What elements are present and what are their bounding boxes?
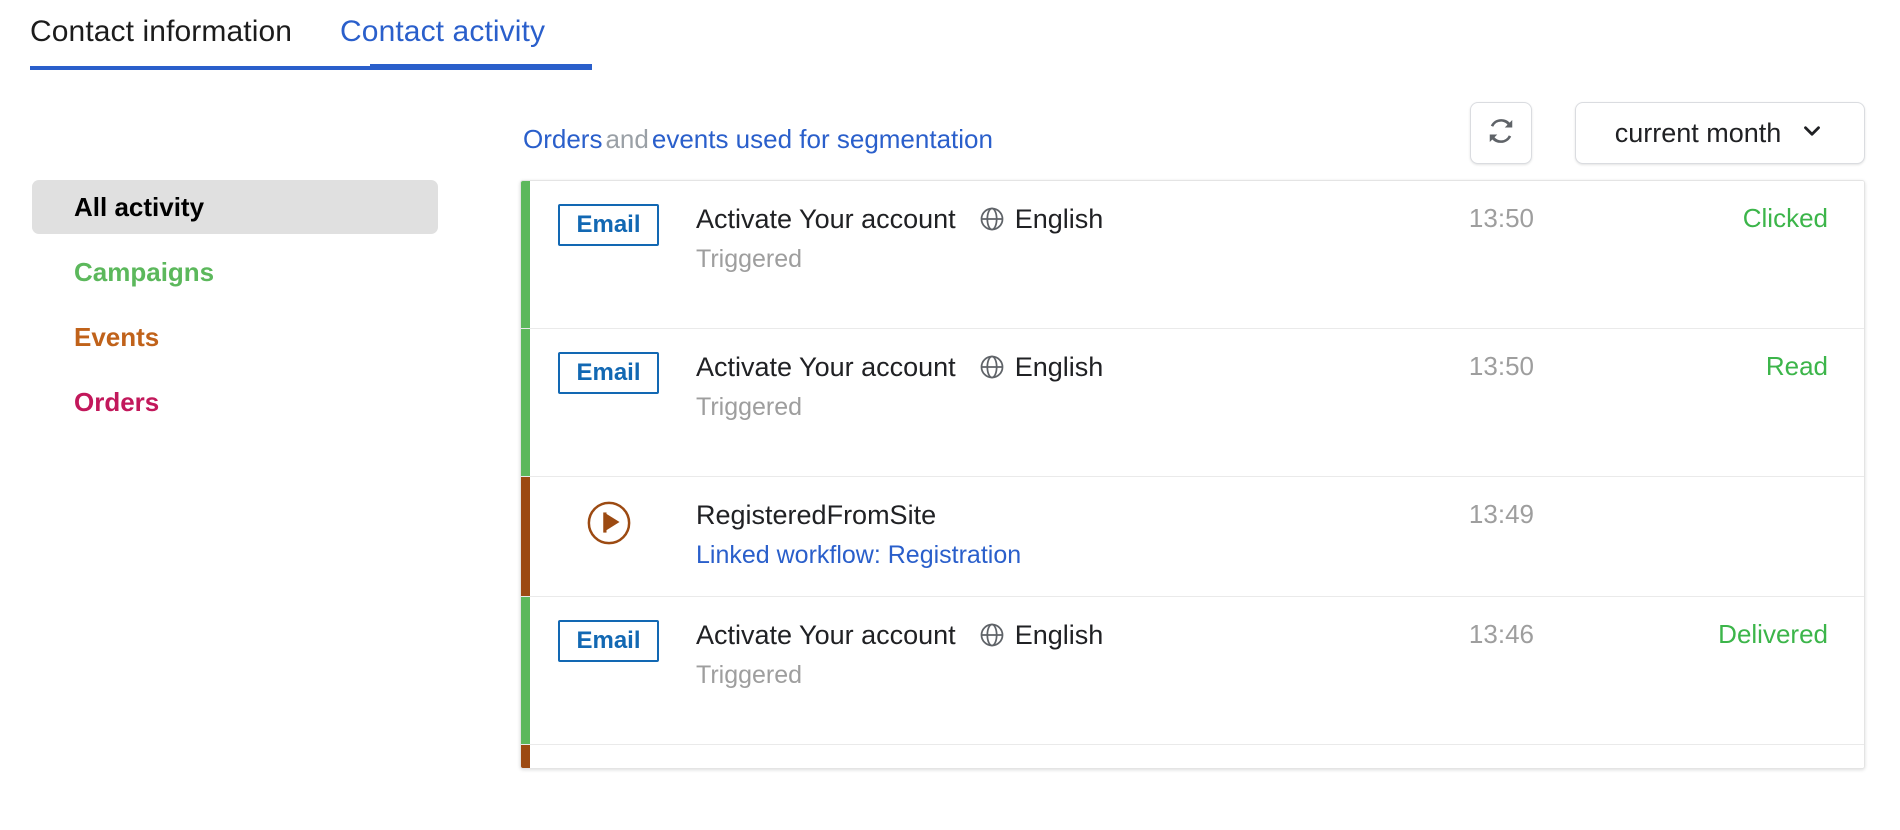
activity-row-title: RegisteredFromSite: [696, 497, 1294, 533]
refresh-button[interactable]: [1470, 102, 1532, 164]
activity-title-text: RegisteredFromSite: [696, 497, 936, 533]
activity-toolbar: Ordersandevents used for segmentation cu…: [0, 84, 1900, 180]
activity-title-text: Activate Your account: [696, 349, 956, 385]
tab-list: Contact information Contact activity: [0, 0, 1900, 54]
activity-row-status: Clicked: [1534, 181, 1864, 234]
sidebar-item-label: Orders: [74, 387, 159, 418]
activity-row-subtitle: Triggered: [696, 390, 1294, 424]
activity-row-time: 13:49: [1294, 477, 1534, 530]
tab-contact-information[interactable]: Contact information: [30, 10, 292, 54]
activity-row-main: [696, 745, 1294, 765]
activity-row-subtitle: Triggered: [696, 242, 1294, 276]
tab-underline-base: [30, 66, 370, 70]
activity-row-main: Activate Your account English Triggered: [696, 181, 1294, 276]
activity-sidebar: All activity Campaigns Events Orders: [32, 180, 438, 429]
orders-link[interactable]: Orders: [523, 124, 602, 154]
globe-icon: [978, 353, 1006, 381]
activity-row[interactable]: Email Activate Your account English Trigger…: [521, 597, 1864, 745]
events-segmentation-link[interactable]: events used for segmentation: [652, 124, 993, 154]
activity-title-text: Activate Your account: [696, 617, 956, 653]
activity-row-icon: [521, 745, 696, 768]
email-badge[interactable]: Email: [558, 352, 658, 394]
activity-row-color-bar: [521, 181, 530, 328]
activity-row-color-bar: [521, 477, 530, 596]
activity-row[interactable]: Email Activate Your account English Trigger…: [521, 181, 1864, 329]
sidebar-item-all-activity[interactable]: All activity: [32, 180, 438, 234]
activity-row-color-bar: [521, 597, 530, 744]
refresh-icon: [1486, 116, 1516, 151]
sidebar-item-label: Events: [74, 322, 159, 353]
period-select-value: current month: [1615, 118, 1782, 149]
activity-row-time: 13:46: [1294, 597, 1534, 650]
email-badge[interactable]: Email: [558, 620, 658, 662]
sidebar-item-orders[interactable]: Orders: [32, 375, 438, 429]
activity-row-main: Activate Your account English Triggered: [696, 597, 1294, 692]
linked-workflow-link[interactable]: Linked workflow: Registration: [696, 538, 1294, 572]
sidebar-item-label: Campaigns: [74, 257, 214, 288]
links-conjunction: and: [602, 124, 651, 154]
activity-row-time: [1294, 745, 1534, 767]
globe-icon: [978, 205, 1006, 233]
activity-row-title: Activate Your account English: [696, 617, 1294, 653]
activity-list: Email Activate Your account English Trigger…: [520, 180, 1865, 769]
sidebar-item-events[interactable]: Events: [32, 310, 438, 364]
activity-row[interactable]: Email Activate Your account English Trigger…: [521, 329, 1864, 477]
activity-row[interactable]: RegisteredFromSite Linked workflow: Regis…: [521, 477, 1864, 597]
activity-row-time: 13:50: [1294, 329, 1534, 382]
tab-bar: Contact information Contact activity: [0, 0, 1900, 84]
activity-row-status: Delivered: [1534, 597, 1864, 650]
activity-row-subtitle: Triggered: [696, 658, 1294, 692]
activity-row-status: [1534, 477, 1864, 499]
segmentation-links: Ordersandevents used for segmentation: [523, 124, 993, 154]
activity-row-icon: Email: [521, 597, 696, 662]
activity-row-time: 13:50: [1294, 181, 1534, 234]
activity-row-main: RegisteredFromSite Linked workflow: Regis…: [696, 477, 1294, 572]
activity-row-title: Activate Your account English: [696, 349, 1294, 385]
activity-row-color-bar: [521, 329, 530, 476]
activity-row-icon: Email: [521, 329, 696, 394]
play-circle-icon: [586, 500, 632, 546]
activity-row-status: [1534, 745, 1864, 767]
sidebar-item-label: All activity: [74, 192, 204, 223]
sidebar-item-campaigns[interactable]: Campaigns: [32, 245, 438, 299]
globe-icon: [978, 621, 1006, 649]
activity-row-status: Read: [1534, 329, 1864, 382]
tab-underline-active: [370, 64, 592, 70]
email-badge[interactable]: Email: [558, 204, 658, 246]
activity-language-label: English: [1015, 349, 1104, 385]
activity-row[interactable]: [521, 745, 1864, 768]
activity-language-label: English: [1015, 201, 1104, 237]
activity-row-icon: Email: [521, 181, 696, 246]
chevron-down-icon: [1799, 118, 1825, 149]
activity-row-main: Activate Your account English Triggered: [696, 329, 1294, 424]
activity-language-label: English: [1015, 617, 1104, 653]
activity-title-text: Activate Your account: [696, 201, 956, 237]
activity-row-title: Activate Your account English: [696, 201, 1294, 237]
activity-row-color-bar: [521, 745, 530, 768]
tab-contact-activity[interactable]: Contact activity: [340, 10, 545, 54]
activity-row-icon: [521, 477, 696, 546]
period-select[interactable]: current month: [1575, 102, 1865, 164]
